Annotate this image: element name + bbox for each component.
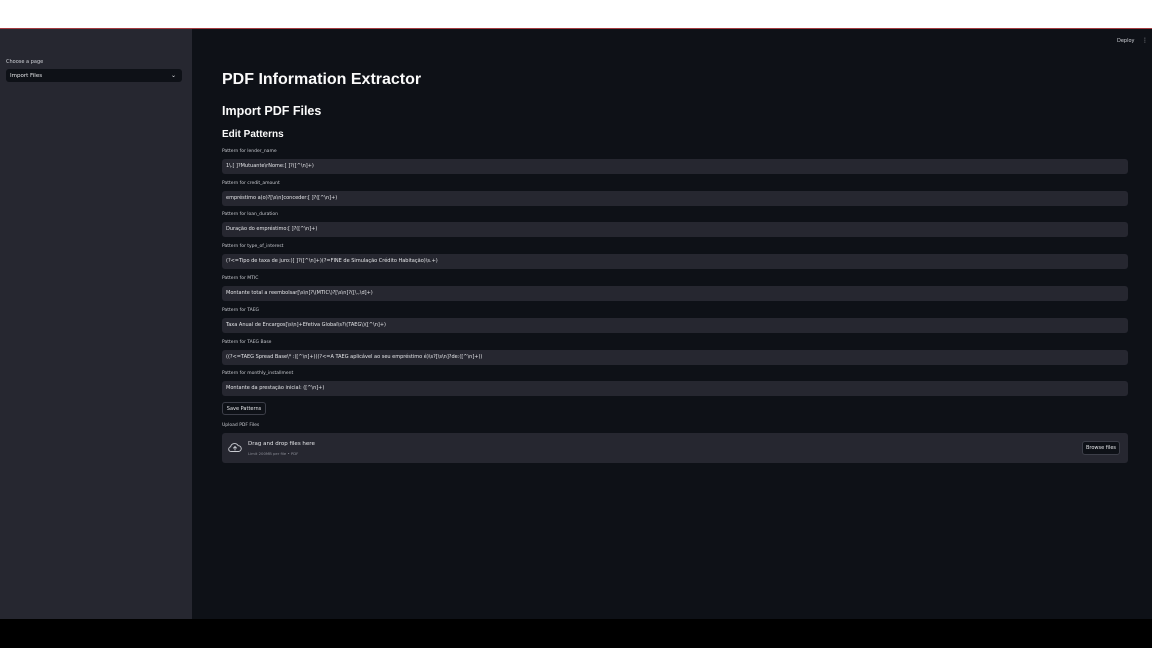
chevron-down-icon: ⌄ [170, 72, 176, 79]
pattern-field-monthly-installment: Pattern for monthly_installment Montante… [222, 370, 1128, 396]
dropzone-limit: Limit 200MB per file • PDF [248, 451, 299, 456]
pattern-field-taeg: Pattern for TAEG Taxa Anual de Encargos[… [222, 307, 1128, 333]
pattern-input[interactable]: Taxa Anual de Encargos[\s\n]+Efetiva Glo… [222, 318, 1128, 333]
page-select-label: Choose a page [6, 59, 44, 65]
pattern-field-mtic: Pattern for MTIC Montante total a reembo… [222, 275, 1128, 301]
page-title: PDF Information Extractor [222, 71, 422, 88]
pattern-field-loan-duration: Pattern for loan_duration Duração do emp… [222, 211, 1128, 237]
field-label: Pattern for type_of_interest [222, 244, 284, 249]
field-label: Pattern for loan_duration [222, 212, 279, 217]
app-window: Choose a page Import Files ⌄ Deploy ⋮ PD… [0, 29, 1152, 619]
browse-files-button[interactable]: Browse files [1082, 441, 1120, 455]
page-subtitle: Import PDF Files [222, 104, 322, 118]
field-label: Pattern for TAEG Base [222, 340, 272, 345]
page-select[interactable]: Import Files ⌄ [6, 69, 182, 82]
pattern-field-type-of-interest: Pattern for type_of_interest (?<=Tipo de… [222, 243, 1128, 269]
pattern-input[interactable]: Montante da prestação inicial: ([^\n]+) [222, 381, 1128, 396]
save-patterns-button[interactable]: Save Patterns [222, 402, 266, 415]
pattern-field-lender-name: Pattern for lender_name 1\.[ ]?Mutuante\… [222, 148, 1128, 174]
main-content: PDF Information Extractor Import PDF Fil… [222, 29, 1128, 619]
pattern-input[interactable]: ((?<=TAEG Spread Base\* :)[^\n]+)((?<=A … [222, 350, 1128, 365]
dropzone-instructions: Drag and drop files here [248, 441, 315, 447]
file-dropzone[interactable]: Drag and drop files here Limit 200MB per… [222, 433, 1128, 463]
upload-label: Upload PDF Files [222, 423, 260, 428]
pattern-input[interactable]: Montante total a reembolsar[\s\n]?\(MTIC… [222, 286, 1128, 301]
pattern-input[interactable]: 1\.[ ]?Mutuante\rNome:[ ]?([^\n]+) [222, 159, 1128, 174]
field-label: Pattern for monthly_installment [222, 371, 294, 376]
field-label: Pattern for TAEG [222, 308, 260, 313]
pattern-field-taeg-base: Pattern for TAEG Base ((?<=TAEG Spread B… [222, 339, 1128, 365]
cloud-upload-icon [228, 443, 242, 452]
pattern-field-credit-amount: Pattern for credit_amount empréstimo a(o… [222, 180, 1128, 206]
pattern-input[interactable]: empréstimo a(o)?[\s\n]conceder:[ ]?([^\n… [222, 191, 1128, 206]
pattern-input[interactable]: Duração do empréstimo:[ ]?([^\n]+) [222, 222, 1128, 237]
page-select-value: Import Files [10, 72, 43, 79]
sidebar: Choose a page Import Files ⌄ [0, 29, 192, 619]
section-heading: Edit Patterns [222, 129, 284, 140]
screen-bottom-area [0, 619, 1152, 648]
browser-top-area [0, 0, 1152, 28]
field-label: Pattern for lender_name [222, 149, 277, 154]
field-label: Pattern for MTIC [222, 276, 259, 281]
pattern-input[interactable]: (?<=Tipo de taxa de juro:)[ ]?([^\n]+)(?… [222, 254, 1128, 269]
field-label: Pattern for credit_amount [222, 181, 280, 186]
main-menu-icon[interactable]: ⋮ [1142, 37, 1148, 44]
